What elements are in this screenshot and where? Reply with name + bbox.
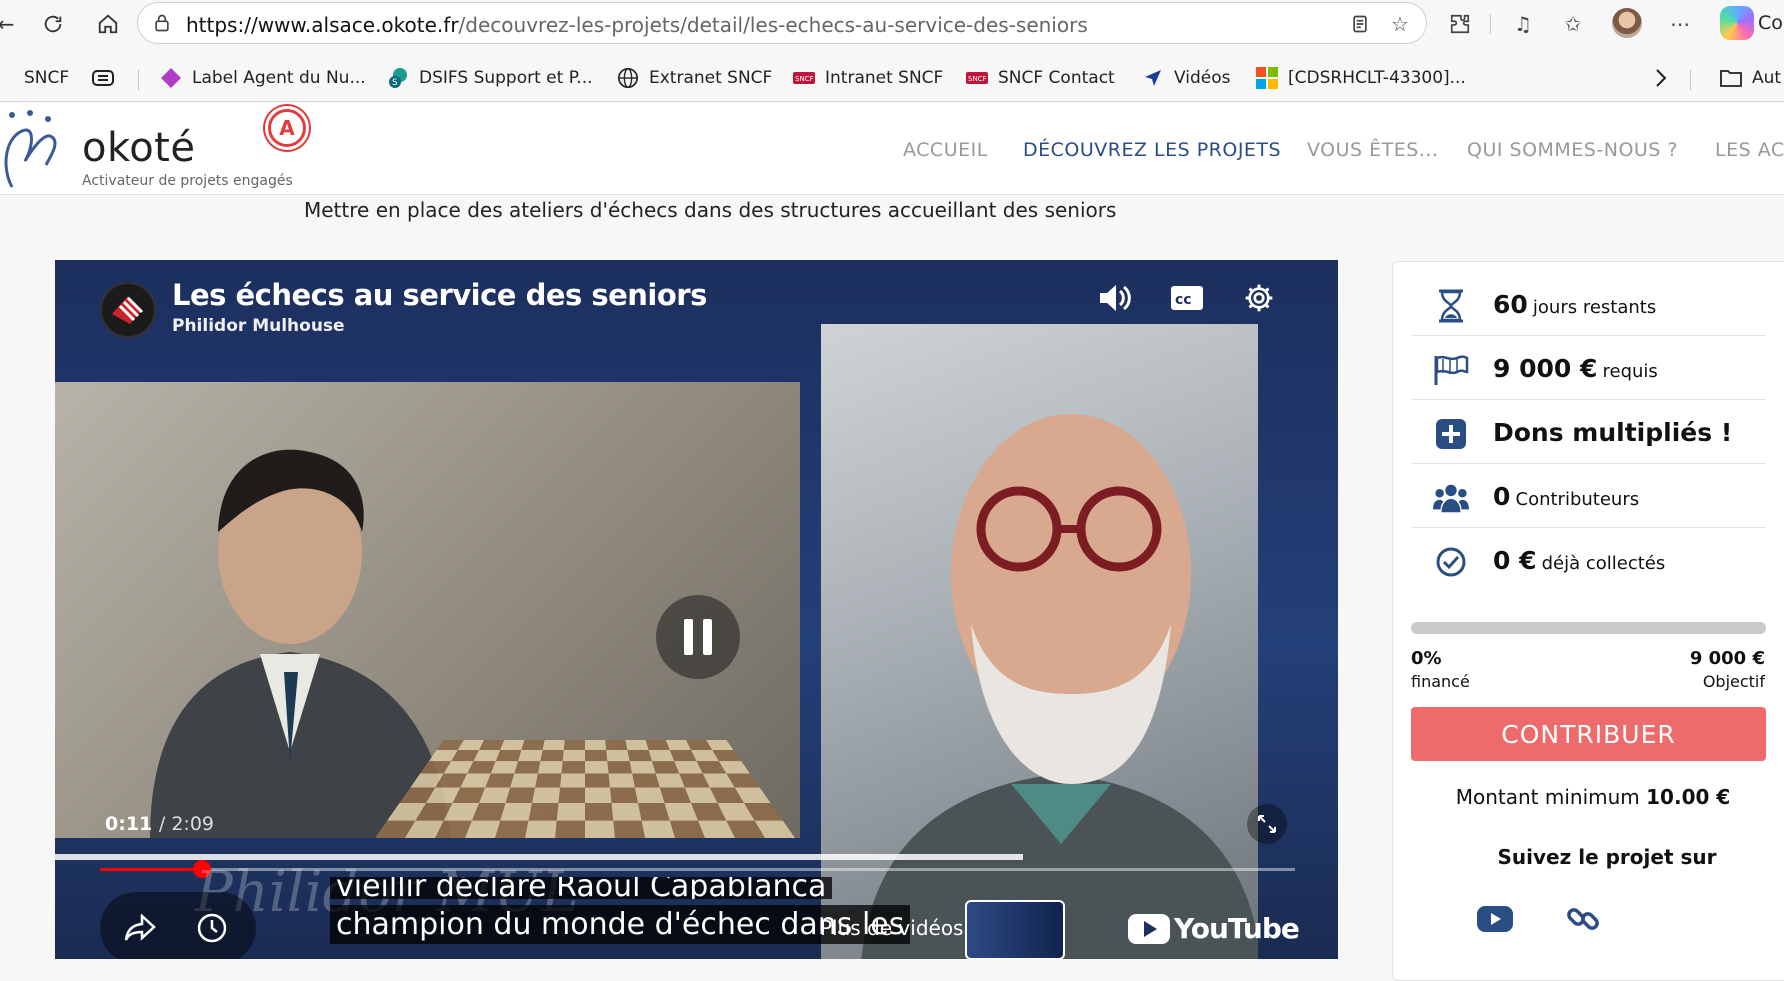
copilot-icon[interactable] bbox=[1720, 6, 1754, 40]
minimum-amount: Montant minimum 10.00 € bbox=[1455, 785, 1731, 809]
link-icon[interactable] bbox=[1563, 902, 1603, 936]
svg-text:SNCF: SNCF bbox=[968, 75, 987, 83]
folder-icon bbox=[1720, 67, 1742, 89]
globe-icon bbox=[617, 67, 639, 89]
stat-dons-multiplies: Dons multipliés ! bbox=[1411, 402, 1766, 464]
youtube-icon[interactable] bbox=[1475, 902, 1515, 936]
lock-icon[interactable] bbox=[152, 13, 172, 33]
stat-required: 9 000 € requis bbox=[1411, 338, 1766, 400]
diamond-icon bbox=[160, 67, 182, 89]
youtube-logo[interactable]: YouTube bbox=[1128, 912, 1300, 945]
bookmark-divider bbox=[1690, 70, 1691, 90]
bookmark-videos[interactable]: Vidéos bbox=[1142, 64, 1231, 92]
bookmark-intranet[interactable]: SNCF Intranet SNCF bbox=[793, 64, 943, 92]
watch-later-clock-icon[interactable] bbox=[194, 910, 230, 946]
back-icon[interactable]: ← bbox=[0, 8, 22, 40]
reader-icon[interactable] bbox=[1348, 12, 1372, 36]
follow-project-label: Suivez le projet sur bbox=[1497, 845, 1717, 869]
alsace-badge: A bbox=[268, 109, 306, 147]
stat-contributors: 0 Contributeurs bbox=[1411, 466, 1766, 528]
funded-label: financé bbox=[1411, 672, 1470, 691]
bookmarks-overflow-chevron-icon[interactable] bbox=[1654, 64, 1668, 92]
svg-text:S: S bbox=[392, 78, 398, 88]
sharepoint-icon: S bbox=[387, 67, 409, 89]
stat-days-left: 60 jours restants bbox=[1411, 274, 1766, 336]
goal-amount: 9 000 € bbox=[1689, 648, 1765, 669]
menu-qui-sommes-nous[interactable]: QUI SOMMES-NOUS ? bbox=[1467, 139, 1678, 161]
stat-collected: 0 € déjà collectés bbox=[1411, 530, 1766, 592]
bookmark-sncf-contact[interactable]: SNCF SNCF Contact bbox=[966, 64, 1115, 92]
tab-icon bbox=[92, 67, 114, 89]
capablanca-portrait bbox=[150, 449, 450, 838]
contribuer-button[interactable]: CONTRIBUER bbox=[1411, 707, 1766, 761]
check-circle-icon bbox=[1433, 544, 1469, 580]
menu-les-actualites[interactable]: LES ACT bbox=[1715, 139, 1784, 161]
project-summary-card: 60 jours restants 9 000 € requis Dons mu… bbox=[1392, 261, 1784, 981]
fullscreen-icon[interactable] bbox=[1247, 804, 1287, 844]
funded-percent: 0% bbox=[1411, 648, 1442, 669]
okote-logo-text[interactable]: okoté bbox=[82, 125, 195, 171]
users-icon bbox=[1433, 480, 1469, 516]
bookmark-label-agent[interactable]: Label Agent du Nu... bbox=[160, 64, 366, 92]
bookmark-tabs[interactable] bbox=[92, 64, 124, 92]
more-videos-thumbnail[interactable] bbox=[965, 900, 1065, 959]
video-title[interactable]: Les échecs au service des seniors bbox=[172, 278, 707, 312]
youtube-play-icon bbox=[1128, 913, 1170, 944]
funding-progress-bar bbox=[1411, 622, 1766, 634]
url-text[interactable]: https://www.alsace.okote.fr/decouvrez-le… bbox=[186, 13, 1088, 37]
youtube-video-player[interactable]: Les échecs au service des seniors Philid… bbox=[55, 260, 1338, 959]
bookmark-cdsrhclt[interactable]: [CDSRHCLT-43300]... bbox=[1256, 64, 1466, 92]
bookmark-other-folder[interactable]: Aut bbox=[1720, 64, 1781, 92]
settings-gear-icon[interactable] bbox=[1237, 276, 1281, 320]
menu-accueil[interactable]: ACCUEIL bbox=[903, 139, 988, 161]
site-header: okoté Activateur de projets engagés A AC… bbox=[0, 103, 1784, 195]
bookmark-extranet[interactable]: Extranet SNCF bbox=[617, 64, 772, 92]
favorite-star-icon[interactable]: ☆ bbox=[1388, 12, 1412, 36]
caption-previous-line: vieillir déclare Raoul Capablanca bbox=[330, 877, 833, 899]
video-channel[interactable]: Philidor Mulhouse bbox=[172, 316, 345, 336]
microsoft-icon bbox=[1256, 67, 1278, 89]
captions-icon[interactable]: cc bbox=[1165, 276, 1209, 320]
okote-logo-swirl-icon[interactable] bbox=[0, 109, 72, 189]
browser-toolbar: ← https://www.alsace.okote.fr/decouvrez-… bbox=[0, 0, 1784, 46]
plus-square-icon bbox=[1433, 416, 1469, 452]
menu-decouvrez-projets[interactable]: DÉCOUVREZ LES PROJETS bbox=[1023, 139, 1281, 161]
media-icon[interactable]: ♫ bbox=[1508, 9, 1538, 39]
favorites-icon[interactable]: ✩ bbox=[1558, 9, 1588, 39]
flag-icon bbox=[1433, 352, 1469, 388]
copilot-label[interactable]: Co bbox=[1758, 12, 1783, 34]
svg-text:cc: cc bbox=[1175, 292, 1192, 308]
bookmark-dsifs[interactable]: S DSIFS Support et P... bbox=[387, 64, 593, 92]
bookmark-divider bbox=[138, 70, 139, 90]
home-icon[interactable] bbox=[92, 8, 124, 40]
toolbar-divider bbox=[1490, 14, 1491, 34]
menu-vous-etes[interactable]: VOUS ÊTES... bbox=[1307, 139, 1438, 161]
logo-tagline: Activateur de projets engagés bbox=[82, 173, 293, 189]
reload-icon[interactable] bbox=[37, 8, 69, 40]
more-menu-icon[interactable]: ⋯ bbox=[1665, 9, 1695, 39]
hourglass-icon bbox=[1433, 288, 1469, 324]
video-frame-right bbox=[821, 324, 1258, 959]
video-progress-fill bbox=[100, 868, 202, 871]
project-subtitle: Mettre en place des ateliers d'échecs da… bbox=[304, 198, 1117, 222]
video-time: 0:11 / 2:09 bbox=[105, 813, 214, 835]
goal-label: Objectif bbox=[1702, 672, 1765, 691]
sncf-icon: SNCF bbox=[966, 67, 988, 89]
bookmarks-bar: SNCF Label Agent du Nu... S DSIFS Support… bbox=[0, 54, 1784, 102]
share-icon[interactable] bbox=[122, 910, 158, 946]
sncf-icon: SNCF bbox=[793, 67, 815, 89]
address-bar[interactable]: https://www.alsace.okote.fr/decouvrez-le… bbox=[137, 2, 1427, 44]
svg-text:SNCF: SNCF bbox=[795, 75, 814, 83]
page-icon bbox=[0, 67, 14, 89]
channel-logo[interactable] bbox=[100, 282, 156, 338]
more-videos-label[interactable]: Plus de vidéos bbox=[820, 916, 963, 940]
chess-board bbox=[375, 739, 795, 838]
extensions-icon[interactable] bbox=[1445, 9, 1475, 39]
arrow-icon bbox=[1142, 67, 1164, 89]
profile-avatar[interactable] bbox=[1612, 8, 1642, 38]
volume-icon[interactable] bbox=[1093, 276, 1137, 320]
bookmark-sncf[interactable]: SNCF bbox=[0, 64, 69, 92]
video-action-pill bbox=[100, 892, 256, 959]
pause-button[interactable] bbox=[656, 595, 740, 679]
